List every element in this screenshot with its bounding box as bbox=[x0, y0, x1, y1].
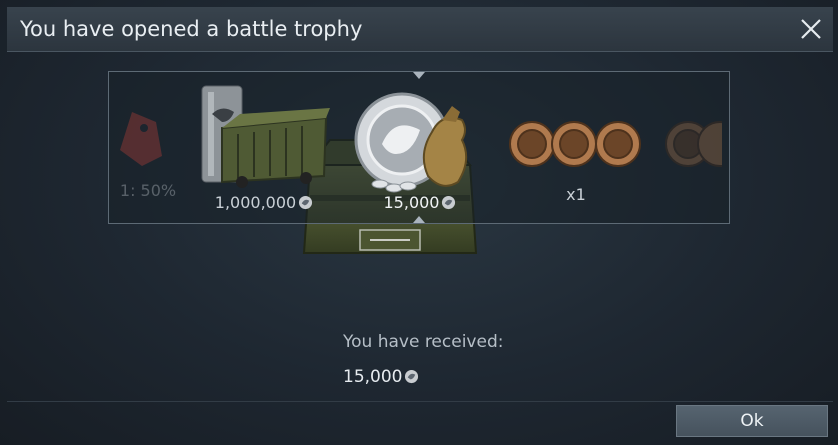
carousel-item-silver-coins[interactable] bbox=[352, 88, 476, 194]
silver-lion-icon bbox=[442, 195, 456, 210]
carousel-item-silver-cargo[interactable] bbox=[198, 84, 330, 190]
silver-lion-icon bbox=[299, 195, 313, 210]
received-label: You have received: bbox=[343, 332, 504, 352]
carousel-item-label: 1: 50% bbox=[119, 181, 177, 200]
selection-marker-top bbox=[413, 72, 425, 79]
silver-cargo-icon bbox=[201, 85, 330, 188]
carousel-item-bronze-medal[interactable] bbox=[662, 118, 743, 170]
ok-button[interactable]: Ok bbox=[676, 405, 828, 437]
booster-tag-icon bbox=[120, 112, 162, 166]
footer-divider bbox=[7, 401, 833, 402]
bronze-medals-icon bbox=[509, 121, 641, 167]
bronze-medal-icon bbox=[665, 121, 743, 167]
carousel-item-bronze-medals[interactable] bbox=[506, 118, 648, 170]
dialog-title: You have opened a battle trophy bbox=[20, 17, 363, 41]
silver-lion-icon bbox=[405, 369, 419, 384]
dialog-titlebar: You have opened a battle trophy bbox=[7, 7, 833, 52]
trophy-dialog: You have opened a battle trophy 1: 50% 1… bbox=[0, 0, 838, 445]
silver-coin-bag-icon bbox=[354, 92, 468, 193]
received-value: 15,000 bbox=[343, 367, 419, 387]
close-icon bbox=[801, 19, 821, 39]
carousel-item-booster[interactable] bbox=[110, 100, 172, 172]
close-button[interactable] bbox=[798, 16, 824, 42]
carousel-item-label: 1,000,000 bbox=[204, 193, 324, 212]
carousel-item-label: x1 bbox=[566, 185, 586, 204]
selection-marker-bottom bbox=[413, 216, 425, 223]
carousel-item-label: 15,000 bbox=[370, 193, 470, 212]
